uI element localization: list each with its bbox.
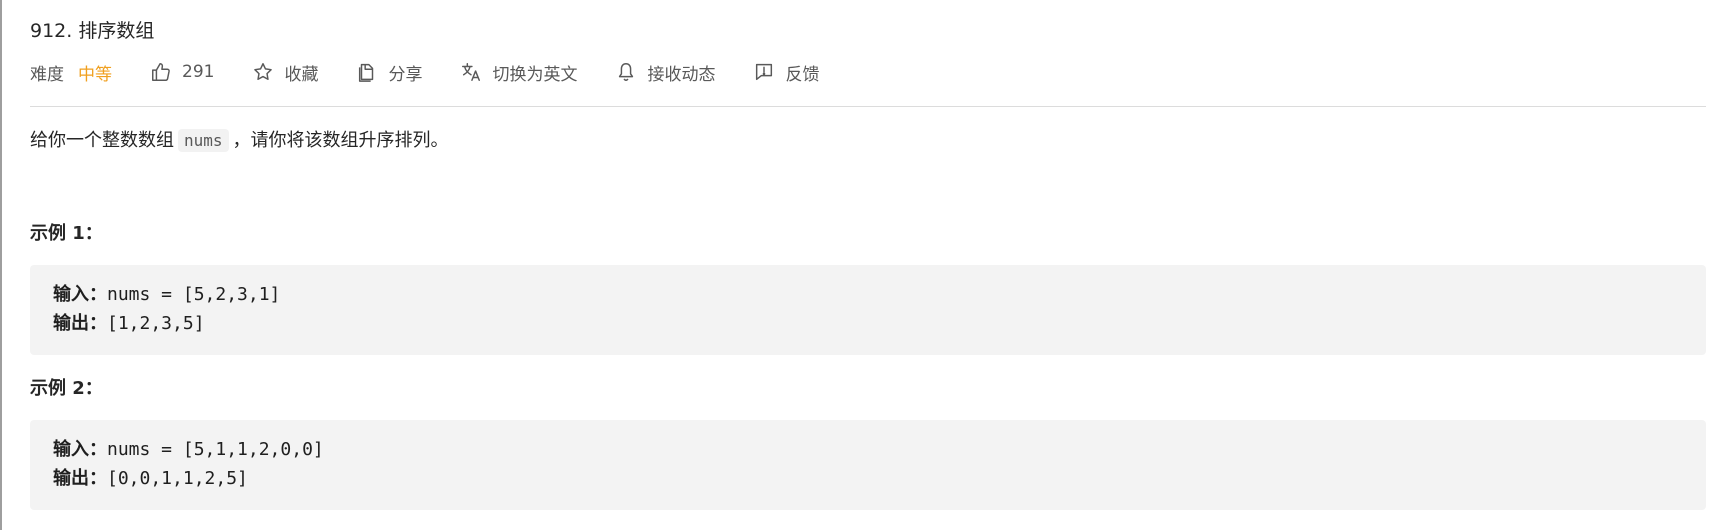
like-count: 291 <box>182 62 215 82</box>
switch-language-button[interactable]: 切换为英文 <box>460 60 577 85</box>
statement-suffix: ，请你将该数组升序排列。 <box>232 130 449 151</box>
difficulty-badge: 中等 <box>78 64 112 85</box>
favorite-label: 收藏 <box>284 64 319 85</box>
panel-left-border <box>0 0 2 530</box>
input-value: nums = [5,2,3,1] <box>107 284 281 305</box>
example-output-line: 输出：[1,2,3,5] <box>53 310 205 338</box>
difficulty-label: 难度 <box>30 64 64 85</box>
input-label: 输入： <box>53 284 107 305</box>
example-title: 示例 1： <box>30 223 103 244</box>
example-code-block: 输入：nums = [5,2,3,1] 输出：[1,2,3,5] <box>30 265 1706 355</box>
input-label: 输入： <box>53 439 107 460</box>
inline-code: nums <box>178 129 229 152</box>
problem-title: 912. 排序数组 <box>30 20 155 42</box>
share-button[interactable]: 分享 <box>356 60 422 85</box>
problem-meta-bar: 难度 中等 291 收藏 分享 切换为英文 接收动态 反馈 <box>30 58 819 86</box>
thumbs-up-icon <box>150 61 172 83</box>
favorite-button[interactable]: 收藏 <box>252 60 318 85</box>
subscribe-label: 接收动态 <box>647 64 716 85</box>
statement-prefix: 给你一个整数数组 <box>30 130 174 151</box>
header-divider <box>30 106 1706 107</box>
bell-icon <box>615 61 637 83</box>
share-label: 分享 <box>388 64 423 85</box>
translate-icon <box>460 61 482 83</box>
example-input-line: 输入：nums = [5,2,3,1] <box>53 281 280 309</box>
switch-language-label: 切换为英文 <box>492 64 578 85</box>
output-label: 输出： <box>53 468 107 489</box>
input-value: nums = [5,1,1,2,0,0] <box>107 439 324 460</box>
problem-statement: 给你一个整数数组 nums ，请你将该数组升序排列。 <box>30 126 449 156</box>
output-value: [0,0,1,1,2,5] <box>107 468 248 489</box>
output-value: [1,2,3,5] <box>107 313 205 334</box>
share-icon <box>356 61 378 83</box>
feedback-label: 反馈 <box>785 64 820 85</box>
feedback-button[interactable]: 反馈 <box>753 60 819 85</box>
output-label: 输出： <box>53 313 107 334</box>
star-icon <box>252 61 274 83</box>
example-output-line: 输出：[0,0,1,1,2,5] <box>53 465 248 493</box>
example-code-block: 输入：nums = [5,1,1,2,0,0] 输出：[0,0,1,1,2,5] <box>30 420 1706 510</box>
example-input-line: 输入：nums = [5,1,1,2,0,0] <box>53 436 324 464</box>
like-button[interactable]: 291 <box>150 61 214 83</box>
example-title: 示例 2： <box>30 378 103 399</box>
feedback-icon <box>753 61 775 83</box>
subscribe-button[interactable]: 接收动态 <box>615 60 715 85</box>
